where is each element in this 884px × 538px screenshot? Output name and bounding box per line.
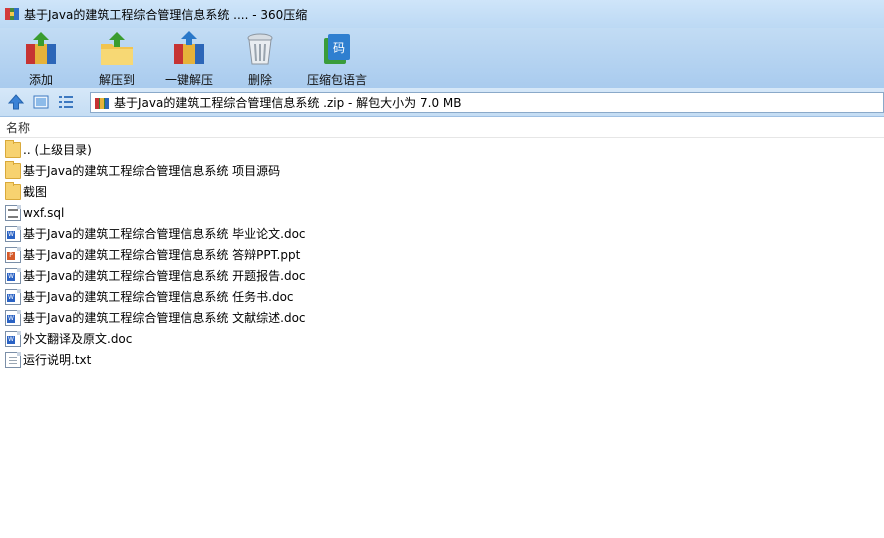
window-title: 基于Java的建筑工程综合管理信息系统 .... - 360压缩 [24,7,308,22]
file-name: 基于Java的建筑工程综合管理信息系统 毕业论文.doc [23,227,306,241]
file-name: 基于Java的建筑工程综合管理信息系统 开题报告.doc [23,269,306,283]
list-item[interactable]: W 基于Java的建筑工程综合管理信息系统 任务书.doc [0,286,884,307]
word-document-icon: W [5,225,21,242]
delete-icon [241,30,279,68]
zip-archive-icon [94,95,110,111]
file-name: 基于Java的建筑工程综合管理信息系统 文献综述.doc [23,311,306,325]
file-name: 截图 [23,185,48,199]
powerpoint-file-icon: P [5,246,21,263]
file-name: 基于Java的建筑工程综合管理信息系统 任务书.doc [23,290,294,304]
add-archive-icon [22,30,60,68]
one-click-extract-icon [170,30,208,68]
folder-icon [5,160,21,179]
word-document-icon: W [5,309,21,326]
word-document-icon: W [5,330,21,347]
extract-to-label: 解压到 [98,73,135,87]
column-header-name[interactable]: 名称 [0,118,884,138]
list-item[interactable]: 截图 [0,181,884,202]
file-list: .. (上级目录) 基于Java的建筑工程综合管理信息系统 项目源码 截图 wx… [0,139,884,370]
svg-text:码: 码 [333,41,345,55]
extract-to-icon [98,30,136,68]
word-document-icon: W [5,288,21,305]
thumbnail-view-icon[interactable] [31,92,51,112]
text-file-icon [5,351,21,368]
list-item[interactable]: W 基于Java的建筑工程综合管理信息系统 开题报告.doc [0,265,884,286]
extract-to-button[interactable]: 解压到 [97,28,137,88]
archive-path: 基于Java的建筑工程综合管理信息系统 .zip - 解包大小为 7.0 MB [114,96,462,110]
list-item[interactable]: 基于Java的建筑工程综合管理信息系统 项目源码 [0,160,884,181]
add-button[interactable]: 添加 [21,28,61,88]
list-item[interactable]: wxf.sql [0,202,884,223]
add-button-label: 添加 [28,73,53,87]
list-item[interactable]: 运行说明.txt [0,349,884,370]
address-field[interactable]: 基于Java的建筑工程综合管理信息系统 .zip - 解包大小为 7.0 MB [90,92,884,113]
list-item[interactable]: .. (上级目录) [0,139,884,160]
archive-language-label: 压缩包语言 [306,73,367,87]
one-click-extract-button[interactable]: 一键解压 [164,28,214,88]
up-arrow-icon[interactable] [6,92,26,112]
word-document-icon: W [5,267,21,284]
file-name: wxf.sql [23,205,65,220]
file-name: .. (上级目录) [23,143,92,157]
archive-language-icon: 码 [318,30,356,68]
list-item[interactable]: W 基于Java的建筑工程综合管理信息系统 毕业论文.doc [0,223,884,244]
one-click-extract-label: 一键解压 [164,73,213,87]
list-item[interactable]: P 基于Java的建筑工程综合管理信息系统 答辩PPT.ppt [0,244,884,265]
title-bar: 基于Java的建筑工程综合管理信息系统 .... - 360压缩 [0,0,884,28]
list-item[interactable]: W 外文翻译及原文.doc [0,328,884,349]
file-name: 运行说明.txt [23,353,92,367]
delete-button[interactable]: 删除 [240,28,280,88]
archive-language-button[interactable]: 码 压缩包语言 [305,28,369,88]
list-view-icon[interactable] [56,92,76,112]
app-icon [4,6,20,22]
sql-file-icon [5,204,21,221]
list-item[interactable]: W 基于Java的建筑工程综合管理信息系统 文献综述.doc [0,307,884,328]
file-name: 基于Java的建筑工程综合管理信息系统 答辩PPT.ppt [23,248,301,262]
address-row: 基于Java的建筑工程综合管理信息系统 .zip - 解包大小为 7.0 MB [0,88,884,117]
folder-icon [5,139,21,158]
file-name: 基于Java的建筑工程综合管理信息系统 项目源码 [23,164,281,178]
file-name: 外文翻译及原文.doc [23,332,133,346]
toolbar: 添加 解压到 一键解压 删除 码 压缩包语言 [0,28,884,88]
delete-label: 删除 [247,73,272,87]
folder-icon [5,181,21,200]
